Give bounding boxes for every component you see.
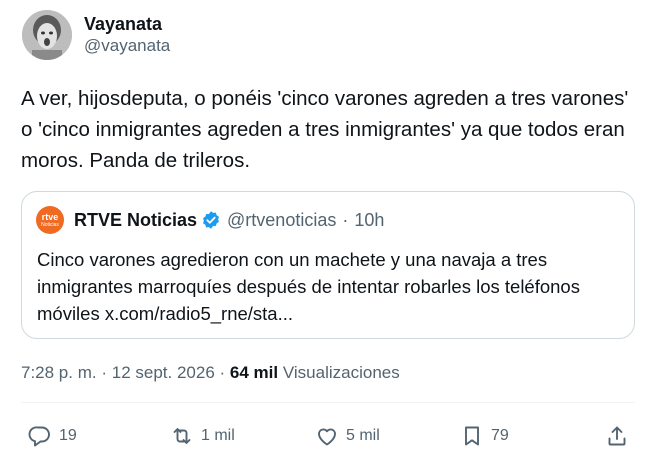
quoted-author-handle: @rtvenoticias [227, 209, 337, 230]
bookmark-button[interactable]: 79 [460, 424, 509, 448]
quoted-separator: · [342, 209, 349, 230]
retweet-button[interactable]: 1 mil [170, 424, 235, 448]
like-count: 5 mil [346, 427, 380, 444]
tweet-text: A ver, hijosdeputa, o ponéis 'cinco varo… [21, 87, 629, 172]
rtve-logo-text: rtve [41, 211, 59, 222]
quoted-tweet-text: Cinco varones agredieron con un machete … [37, 249, 580, 324]
tweet-date[interactable]: 12 sept. 2026 [112, 363, 215, 382]
share-icon [608, 426, 626, 446]
action-bar: 19 1 mil 5 mil 79 [0, 424, 657, 456]
quoted-tweet[interactable]: rtve Noticias RTVE Noticias @rtvenoticia… [21, 191, 635, 339]
meta-separator: · [219, 363, 226, 382]
author-display-name[interactable]: Vayanata [84, 13, 170, 35]
retweet-icon [173, 428, 191, 444]
retweet-count: 1 mil [201, 427, 235, 444]
meta-separator: · [101, 363, 108, 382]
tweet-time[interactable]: 7:28 p. m. [21, 363, 97, 382]
avatar-image [22, 10, 72, 60]
divider [21, 402, 635, 403]
views-count: 64 mil [229, 363, 279, 382]
reply-icon [28, 426, 50, 447]
bookmark-count: 79 [491, 427, 509, 444]
views-label: Visualizaciones [282, 363, 400, 382]
avatar[interactable] [22, 10, 72, 60]
verified-badge-icon [201, 210, 221, 230]
tweet-meta: 7:28 p. m. · 12 sept. 2026 · 64 mil Visu… [21, 363, 400, 383]
like-button[interactable]: 5 mil [315, 424, 380, 448]
bookmark-icon [465, 426, 479, 446]
rtve-logo: rtve Noticias [36, 206, 64, 234]
tweet-header: Vayanata @vayanata [22, 10, 170, 60]
share-button[interactable] [605, 424, 629, 448]
rtve-logo-subtext: Noticias [41, 221, 59, 228]
author-handle[interactable]: @vayanata [84, 35, 170, 57]
reply-button[interactable]: 19 [28, 424, 77, 448]
reply-count: 19 [59, 427, 77, 444]
quoted-author-name: RTVE Noticias [74, 209, 198, 230]
quoted-time: 10h [354, 209, 385, 230]
heart-icon [318, 428, 336, 446]
